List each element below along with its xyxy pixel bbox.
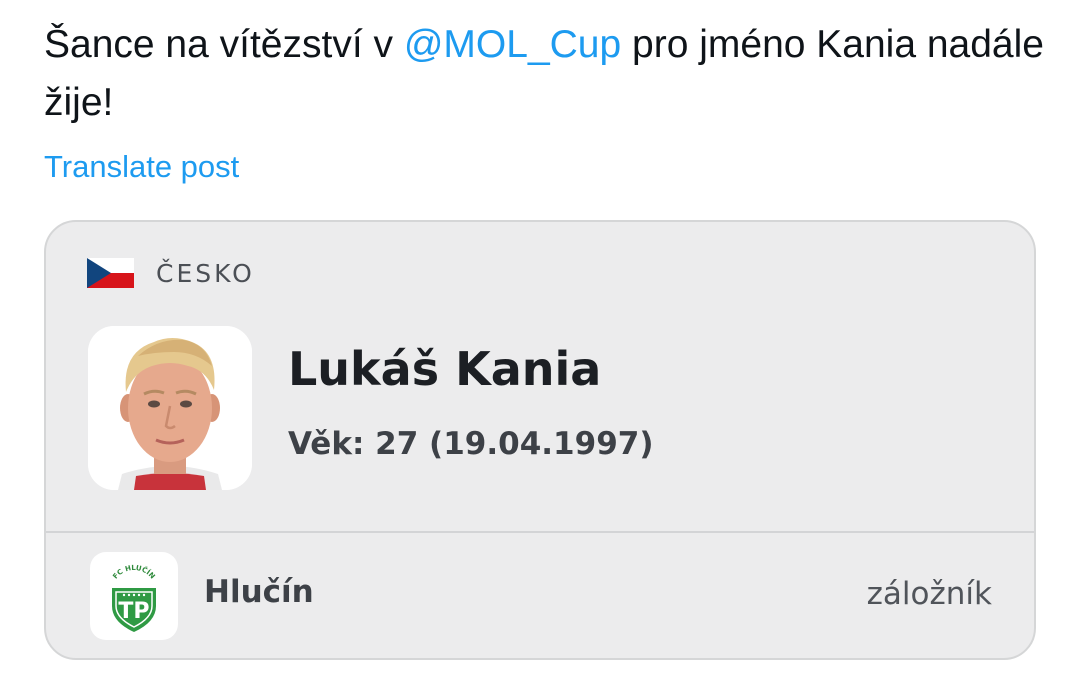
club-name: Hlučín [204,574,314,610]
country-name: ČESKO [156,258,255,288]
club-logo: FC HLUČÍN TP [90,552,178,640]
club-logo-text: FC HLUČÍN [111,564,156,581]
country-row: ČESKO [87,258,255,288]
fc-hlucin-logo-icon: FC HLUČÍN TP [111,564,157,632]
player-card[interactable]: ČESKO Lukáš Kania Věk: 27 (19.04.1997) F… [44,220,1036,660]
player-position: záložník [866,576,992,612]
player-photo [88,326,252,490]
mention-link[interactable]: @MOL_Cup [404,23,621,66]
svg-text:FC HLUČÍN: FC HLUČÍN [111,564,156,581]
player-portrait-image [88,326,252,490]
czech-flag-icon [87,258,134,288]
svg-text:TP: TP [118,599,149,624]
post-text-start: Šance na vítězství v [44,23,404,66]
post-text: Šance na vítězství v @MOL_Cup pro jméno … [44,16,1044,132]
card-divider [46,531,1034,533]
player-age: Věk: 27 (19.04.1997) [288,426,654,462]
player-name: Lukáš Kania [288,342,602,396]
translate-post-link[interactable]: Translate post [44,149,239,185]
